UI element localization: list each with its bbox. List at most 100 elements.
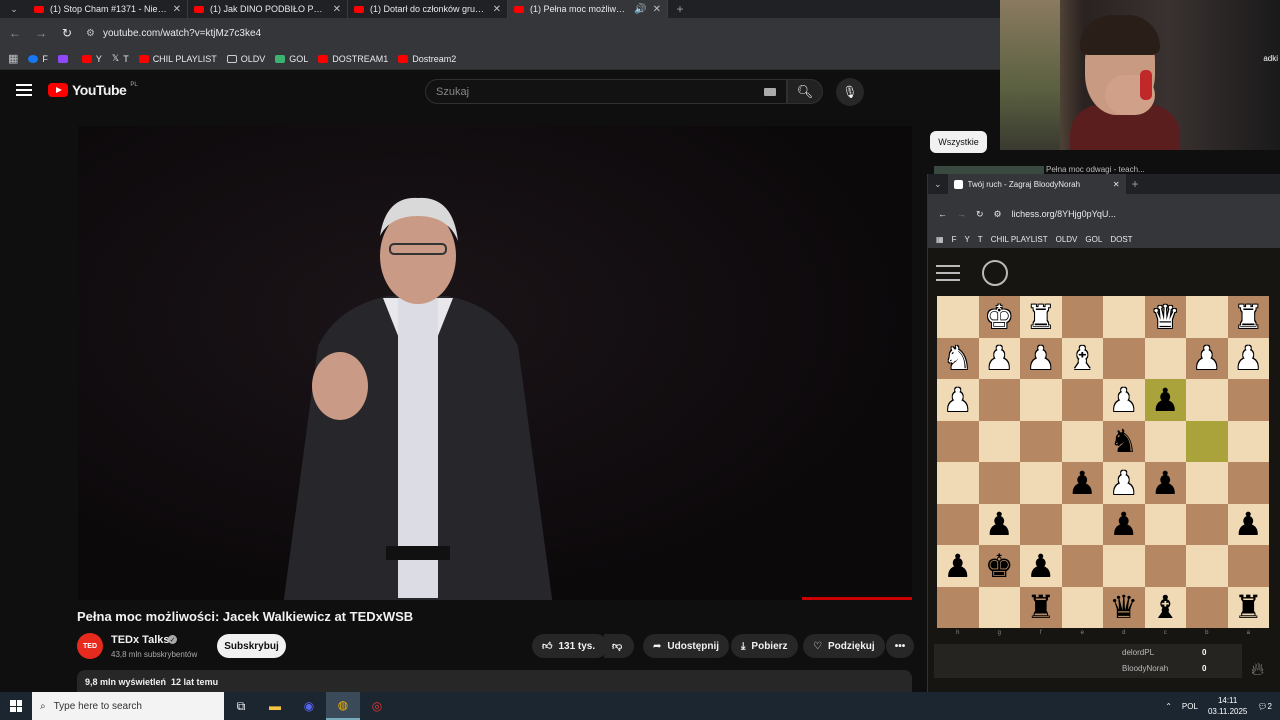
- search-button[interactable]: 🔍︎: [787, 79, 823, 104]
- apps-grid-icon[interactable]: ▦: [936, 235, 944, 244]
- board-square[interactable]: ♜: [1020, 586, 1062, 628]
- board-square[interactable]: [978, 379, 1020, 421]
- board-square[interactable]: [1061, 586, 1103, 628]
- new-tab-icon[interactable]: +: [1132, 177, 1139, 191]
- board-square[interactable]: ♝: [1144, 586, 1186, 628]
- bookmark-item[interactable]: 𝕏T: [112, 53, 129, 64]
- browser-tab[interactable]: (1) Jak DINO PODBIŁO POLSKĘ ✕: [188, 0, 348, 18]
- browser-tab[interactable]: (1) Dotarł do członków grup pr ✕: [348, 0, 508, 18]
- close-tab-icon[interactable]: ✕: [173, 4, 181, 15]
- board-square[interactable]: [1144, 503, 1186, 545]
- thanks-button[interactable]: ♡ Podziękuj: [803, 634, 885, 658]
- board-square[interactable]: [1227, 420, 1269, 462]
- board-square[interactable]: ♛: [1144, 296, 1186, 338]
- channel-avatar[interactable]: TED: [77, 633, 103, 659]
- white-pawn-icon[interactable]: ♟: [1109, 467, 1138, 499]
- start-button[interactable]: [0, 692, 32, 720]
- voice-search-button[interactable]: 🎙︎: [836, 78, 864, 106]
- board-square[interactable]: [937, 462, 979, 504]
- bookmark-item[interactable]: DOSTREAM1: [318, 54, 388, 64]
- board-square[interactable]: [1144, 337, 1186, 379]
- lichess-menu-icon[interactable]: [936, 265, 960, 281]
- bookmark-item[interactable]: T: [978, 235, 983, 244]
- white-pawn-icon[interactable]: ♟: [1192, 342, 1221, 374]
- board-square[interactable]: [978, 586, 1020, 628]
- black-pawn-icon[interactable]: ♟: [1109, 508, 1138, 540]
- board-square[interactable]: ♞: [1103, 420, 1145, 462]
- show-hidden-icons-icon[interactable]: ⌃: [1165, 702, 1172, 711]
- back-arrow-icon[interactable]: ←: [8, 26, 22, 40]
- white-pawn-icon[interactable]: ♟: [1234, 342, 1263, 374]
- download-button[interactable]: ⤓ Pobierz: [731, 634, 798, 658]
- hamburger-menu-icon[interactable]: [16, 84, 32, 96]
- reload-icon[interactable]: ↻: [60, 26, 74, 40]
- language-indicator[interactable]: POL: [1182, 702, 1198, 711]
- white-knight-icon[interactable]: ♞: [943, 342, 972, 374]
- keyboard-icon[interactable]: [764, 88, 776, 96]
- black-rook-icon[interactable]: ♜: [1026, 591, 1055, 623]
- notification-icon[interactable]: 💬︎2: [1257, 702, 1272, 711]
- board-square[interactable]: [1020, 503, 1062, 545]
- browser-tab-active[interactable]: (1) Pełna moc możliwości: J 🔊 ✕: [508, 0, 668, 18]
- bookmark-item[interactable]: CHIL PLAYLIST: [991, 235, 1048, 244]
- bookmark-item[interactable]: Y: [964, 235, 969, 244]
- board-square[interactable]: [1227, 545, 1269, 587]
- black-pawn-icon[interactable]: ♟: [1068, 467, 1097, 499]
- video-player[interactable]: [78, 126, 912, 600]
- bookmark-item[interactable]: DOST: [1110, 235, 1132, 244]
- board-square[interactable]: ♟: [1103, 503, 1145, 545]
- apps-grid-icon[interactable]: ▦: [8, 52, 18, 65]
- board-square[interactable]: ♟: [1144, 379, 1186, 421]
- black-pawn-icon[interactable]: ♟: [985, 508, 1014, 540]
- board-square[interactable]: [937, 296, 979, 338]
- white-pawn-icon[interactable]: ♟: [943, 384, 972, 416]
- board-square[interactable]: [1061, 379, 1103, 421]
- board-square[interactable]: [978, 420, 1020, 462]
- board-square[interactable]: ♚: [978, 296, 1020, 338]
- dislike-button[interactable]: 👎︎: [604, 634, 634, 658]
- white-pawn-icon[interactable]: ♟: [985, 342, 1014, 374]
- board-square[interactable]: ♟: [1020, 337, 1062, 379]
- white-rook-icon[interactable]: ♜: [1026, 301, 1055, 333]
- black-pawn-icon[interactable]: ♟: [1151, 384, 1180, 416]
- reload-icon[interactable]: ↻: [976, 209, 984, 220]
- bookmark-item[interactable]: Y: [81, 54, 102, 64]
- more-actions-button[interactable]: •••: [886, 634, 914, 658]
- description-box[interactable]: 9,8 mln wyświetleń 12 lat temu: [77, 670, 912, 692]
- progress-bar[interactable]: [802, 597, 912, 600]
- bookmark-item[interactable]: [57, 54, 72, 63]
- black-pawn-icon[interactable]: ♟: [1234, 508, 1263, 540]
- board-square[interactable]: [1144, 420, 1186, 462]
- board-square[interactable]: [1061, 503, 1103, 545]
- board-square[interactable]: ♟: [1227, 503, 1269, 545]
- board-square[interactable]: [1061, 420, 1103, 462]
- black-pawn-icon[interactable]: ♟: [1151, 467, 1180, 499]
- url-text[interactable]: lichess.org/8YHjg0pYqU...: [1012, 209, 1116, 219]
- lichess-tab[interactable]: Twój ruch - Zagraj BloodyNorah ✕: [947, 174, 1126, 194]
- url-field[interactable]: ⚙ youtube.com/watch?v=ktjMz7c3ke4: [86, 28, 261, 39]
- white-pawn-icon[interactable]: ♟: [1026, 342, 1055, 374]
- board-square[interactable]: [978, 462, 1020, 504]
- white-king-icon[interactable]: ♚: [985, 301, 1014, 333]
- bookmark-item[interactable]: F: [952, 235, 957, 244]
- bookmark-item[interactable]: CHIL PLAYLIST: [138, 54, 217, 64]
- board-square[interactable]: ♛: [1103, 586, 1145, 628]
- black-bishop-icon[interactable]: ♝: [1151, 591, 1180, 623]
- board-square[interactable]: [1186, 545, 1228, 587]
- board-square[interactable]: [937, 503, 979, 545]
- white-bishop-icon[interactable]: ♝: [1068, 342, 1097, 374]
- like-button[interactable]: 👍︎ 131 tys.: [532, 634, 608, 658]
- board-square[interactable]: ♚: [978, 545, 1020, 587]
- board-square[interactable]: ♟: [937, 379, 979, 421]
- black-queen-icon[interactable]: ♛: [1109, 591, 1138, 623]
- board-square[interactable]: ♟: [937, 545, 979, 587]
- channel-name[interactable]: TEDx Talks: [111, 634, 170, 646]
- board-square[interactable]: ♟: [978, 503, 1020, 545]
- forward-arrow-icon[interactable]: →: [34, 26, 48, 40]
- board-square[interactable]: ♞: [937, 337, 979, 379]
- close-tab-icon[interactable]: ✕: [333, 4, 341, 15]
- board-square[interactable]: [1186, 379, 1228, 421]
- chess-board[interactable]: ♚ ♜ ♛ ♜ ♞ ♟ ♟ ♝ ♟ ♟ ♟ ♟ ♟ ♞ ♟ ♟ ♟ ♟ ♟ ♟ ♟ ♚ ♟ ♜ ♛ ♝ ♜: [937, 296, 1269, 628]
- board-square[interactable]: [1103, 337, 1145, 379]
- board-square[interactable]: [1227, 462, 1269, 504]
